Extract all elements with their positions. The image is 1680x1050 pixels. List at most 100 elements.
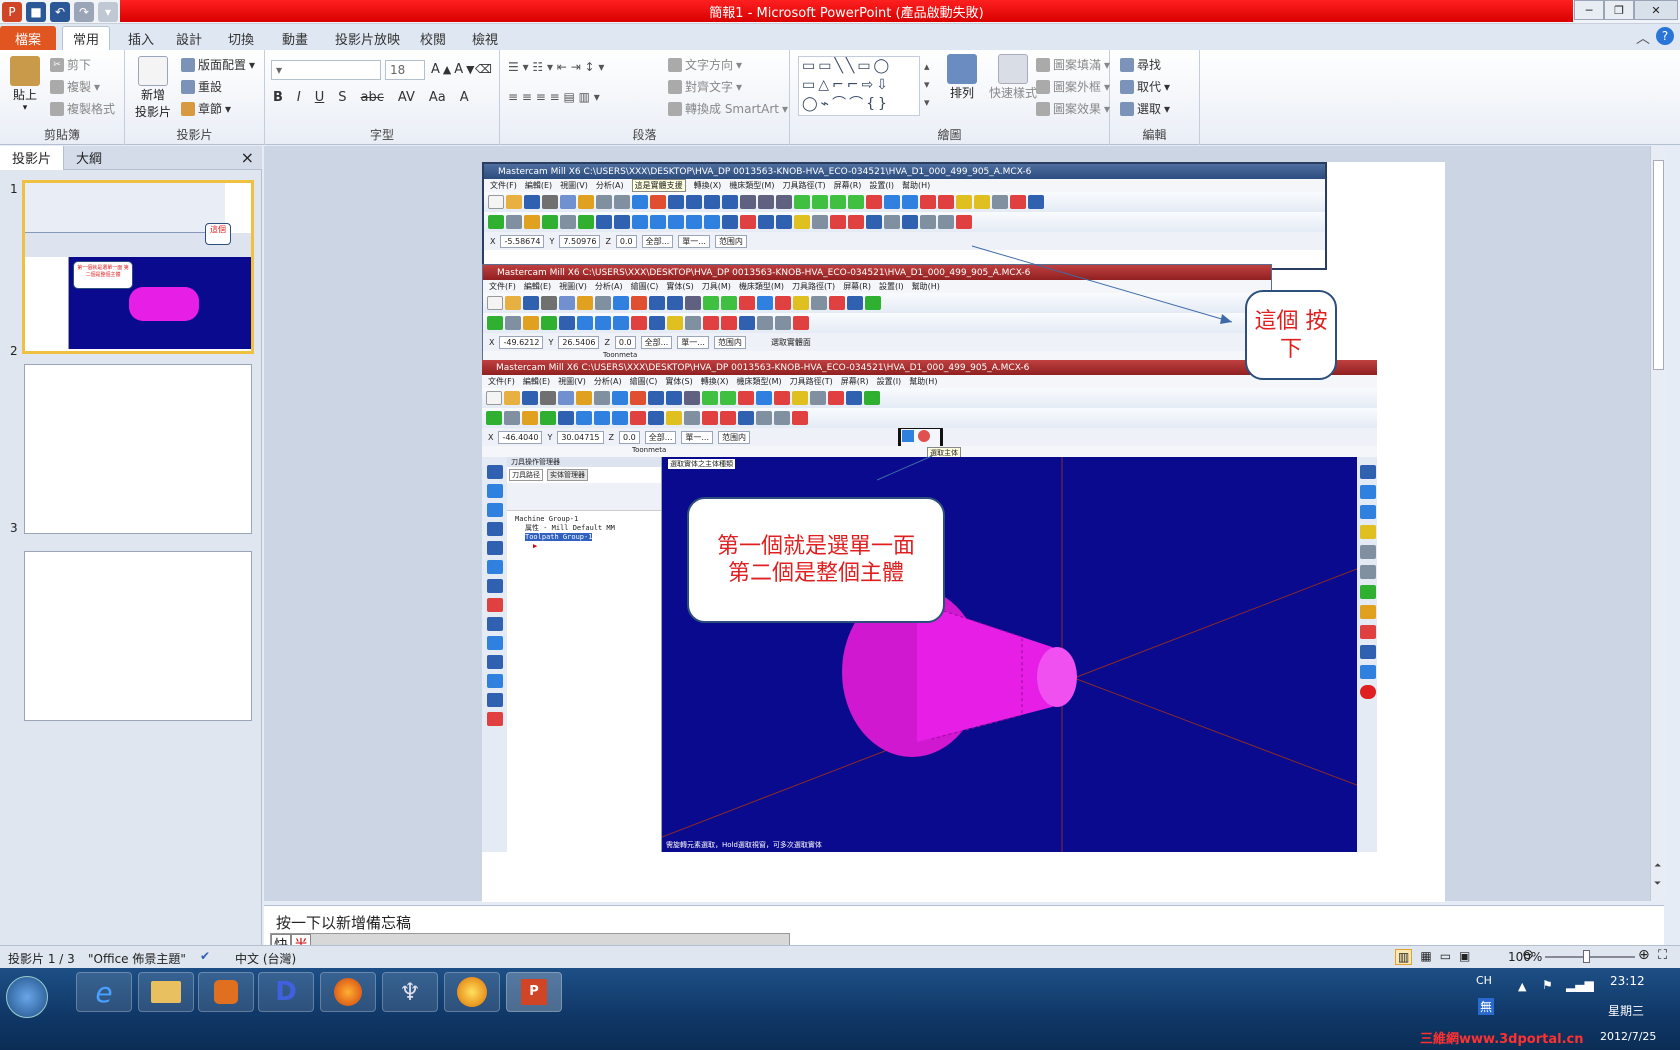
tab-review[interactable]: 校閱 (410, 26, 456, 50)
arrange-button[interactable]: 排列 (940, 54, 984, 101)
font-size-combo[interactable]: 18 (385, 60, 425, 80)
tab-design[interactable]: 設計 (166, 26, 212, 50)
input-lang-indicator[interactable]: CH (1476, 974, 1492, 987)
grow-font-icon[interactable]: A ▲ A ▼ (431, 62, 474, 77)
italic-button[interactable]: I (297, 90, 301, 105)
clear-format-icon[interactable]: ⌫ (475, 62, 492, 76)
align-text-button[interactable]: 對齊文字 ▾ (668, 78, 742, 95)
bold-button[interactable]: B (273, 90, 283, 105)
prev-slide-icon[interactable]: ⏶ (1654, 861, 1661, 871)
ribbon-tabs: 檔案 常用 插入 設計 切換 動畫 投影片放映 校閱 檢視 ︿ ? (0, 24, 1680, 50)
close-button[interactable]: ✕ (1634, 0, 1678, 20)
tab-view[interactable]: 檢視 (462, 26, 508, 50)
callout-main[interactable]: 第一個就是選單一面 第二個是整個主體 (687, 497, 945, 623)
app-d-taskbar-icon[interactable]: D (258, 972, 314, 1012)
restore-button[interactable]: ❐ (1604, 0, 1634, 20)
tab-home[interactable]: 常用 (62, 26, 111, 50)
tab-transitions[interactable]: 切換 (218, 26, 264, 50)
fit-window-icon[interactable]: ⛶ (1658, 948, 1667, 963)
slide-canvas[interactable]: Mastercam Mill X6 C:\USERS\XXX\DESKTOP\H… (482, 162, 1445, 902)
action-center-icon[interactable]: ⚑ (1542, 978, 1553, 992)
slide-thumbnail-2[interactable] (24, 364, 252, 534)
undo-icon[interactable]: ↶ (50, 2, 70, 22)
save-icon[interactable]: ■ (26, 2, 46, 22)
app-figure-taskbar-icon[interactable]: ♆ (382, 972, 438, 1012)
shape-outline-button[interactable]: 圖案外框 ▾ (1036, 78, 1110, 95)
smartart-button[interactable]: 轉換成 SmartArt ▾ (668, 100, 788, 117)
quick-styles-button[interactable]: 快速樣式 (986, 54, 1040, 101)
find-button[interactable]: 尋找 (1120, 56, 1161, 73)
drawing-group-label: 繪圖 (937, 128, 962, 142)
tab-slideshow[interactable]: 投影片放映 (325, 26, 410, 50)
copy-button[interactable]: 複製 ▾ (50, 78, 100, 95)
minimize-ribbon-icon[interactable]: ︿ (1636, 28, 1650, 48)
callout-pointer-line (971, 245, 1233, 323)
shapes-gallery[interactable]: ▭▭╲╲▭◯ ▭△⌐⌐⇨⇩ ◯⌁⌒⌒{} (798, 56, 920, 116)
select-button[interactable]: 選取 ▾ (1120, 100, 1170, 117)
layout-button[interactable]: 版面配置 ▾ (181, 56, 255, 73)
cut-button[interactable]: ✂ 剪下 (50, 56, 91, 73)
customize-icon[interactable]: ▾ (98, 2, 118, 22)
replace-button[interactable]: 取代 ▾ (1120, 78, 1170, 95)
reading-view-icon[interactable]: ▭ (1440, 949, 1451, 965)
zoom-in-icon[interactable]: ⊕ (1638, 947, 1650, 963)
zoom-slider-thumb[interactable] (1583, 950, 1590, 963)
firefox-taskbar-icon[interactable] (320, 972, 376, 1012)
reset-button[interactable]: 重設 (181, 78, 222, 95)
spellcheck-icon[interactable]: ✔ (200, 949, 210, 963)
clock-time[interactable]: 23:12 (1610, 974, 1645, 988)
help-icon[interactable]: ? (1656, 27, 1674, 45)
change-case-button[interactable]: Aa (429, 90, 446, 105)
shape-fill-button[interactable]: 圖案填滿 ▾ (1036, 56, 1110, 73)
explorer-taskbar-icon[interactable] (138, 972, 194, 1012)
strikethrough-button[interactable]: abc (361, 90, 384, 105)
font-name-combo[interactable]: ▾ (271, 60, 381, 80)
align-buttons[interactable]: ≡ ≡ ≡ ≡ ▤ ▥ ▾ (508, 90, 600, 104)
zoom-out-icon[interactable]: ⊖ (1522, 947, 1534, 963)
shape-effects-button[interactable]: 圖案效果 ▾ (1036, 100, 1110, 117)
text-direction-button[interactable]: 文字方向 ▾ (668, 56, 742, 73)
powerpoint-taskbar-icon[interactable]: P (506, 972, 562, 1012)
tab-outline[interactable]: 大綱 (64, 146, 114, 170)
tab-insert[interactable]: 插入 (118, 26, 164, 50)
shapes-gallery-scroll[interactable]: ▴ ▾ ▾ (924, 58, 930, 112)
font-color-button[interactable]: A (460, 90, 469, 105)
mastercam-taskbar-icon[interactable] (444, 972, 500, 1012)
zoom-slider[interactable] (1545, 950, 1635, 963)
paste-button[interactable]: 貼上 ▾ (8, 56, 42, 113)
normal-view-icon[interactable]: ▥ (1395, 949, 1413, 965)
media-player-taskbar-icon[interactable] (198, 972, 254, 1012)
new-slide-button[interactable]: 新增 投影片 (131, 56, 175, 120)
editor-vertical-scrollbar[interactable]: ⏶ ⏷ (1650, 146, 1666, 901)
scrollbar-thumb[interactable] (1653, 160, 1664, 370)
section-button[interactable]: 章節 ▾ (181, 100, 231, 117)
slide-sorter-icon[interactable]: ▦ (1420, 949, 1431, 965)
underline-button[interactable]: U (315, 90, 325, 105)
show-hidden-icons[interactable]: ▲ (1518, 980, 1526, 993)
slideshow-icon[interactable]: ▣ (1459, 949, 1470, 965)
layout-icon (181, 57, 195, 72)
slide-thumbnail-3[interactable] (24, 551, 252, 721)
tab-file[interactable]: 檔案 (0, 26, 56, 50)
ime-mode-indicator[interactable]: 無 (1478, 998, 1495, 1015)
copy-icon (50, 79, 64, 94)
slide-thumbnail-1[interactable]: 這個 第一個就是選單一面 第二個是整個主體 (22, 180, 254, 354)
powerpoint-icon[interactable]: P (2, 2, 22, 22)
ie-taskbar-icon[interactable]: e (76, 972, 132, 1012)
start-button[interactable] (6, 976, 48, 1018)
slide-number-1: 1 (10, 182, 18, 196)
tab-slides[interactable]: 投影片 (0, 145, 65, 170)
list-buttons[interactable]: ☰ ▾ ☷ ▾ ⇤ ⇥ ↕ ▾ (508, 60, 604, 74)
char-spacing-button[interactable]: AV (398, 90, 415, 105)
format-painter-button[interactable]: 複製格式 (50, 100, 115, 117)
network-icon[interactable]: ▂▄▆ (1566, 978, 1594, 992)
shadow-button[interactable]: S (338, 90, 346, 105)
minimize-button[interactable]: ─ (1574, 0, 1604, 20)
language-indicator[interactable]: 中文 (台灣) (235, 950, 296, 967)
next-slide-icon[interactable]: ⏷ (1654, 879, 1661, 889)
close-pane-icon[interactable]: × (241, 148, 254, 167)
tab-animations[interactable]: 動畫 (272, 26, 318, 50)
callout-press-this[interactable]: 這個 按下 (1245, 290, 1337, 380)
editing-group-label: 編輯 (1142, 128, 1167, 142)
redo-icon[interactable]: ↷ (74, 2, 94, 22)
